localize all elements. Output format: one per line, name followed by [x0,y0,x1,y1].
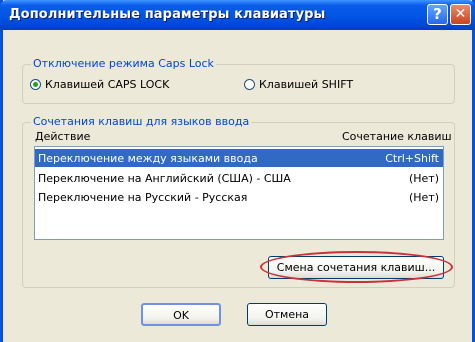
close-icon[interactable]: ✕ [450,4,471,25]
cancel-button[interactable]: Отмена [247,303,327,326]
column-header-action: Действие [35,130,91,143]
list-item[interactable]: Переключение на Русский - Русская (Нет) [35,188,443,206]
column-header-combination: Сочетание клавиш [342,130,452,143]
ok-button[interactable]: OK [141,303,221,326]
change-key-sequence-button[interactable]: Смена сочетания клавиш... [268,256,444,279]
radio-checked-icon[interactable] [30,79,41,90]
caps-lock-group-title: Отключение режима Caps Lock [31,57,216,70]
title-bar[interactable]: Дополнительные параметры клавиатуры ? ✕ [0,0,475,30]
list-item-combination: Ctrl+Shift [385,152,439,165]
list-item[interactable]: Переключение между языками ввода Ctrl+Sh… [35,149,443,167]
radio-caps-lock[interactable]: Клавишей CAPS LOCK [30,78,169,91]
radio-unchecked-icon[interactable] [244,79,255,90]
radio-shift[interactable]: Клавишей SHIFT [244,78,353,91]
window-title: Дополнительные параметры клавиатуры [9,7,326,22]
list-item-action: Переключение между языками ввода [38,152,258,165]
list-item-action: Переключение на Русский - Русская [38,191,248,204]
help-icon[interactable]: ? [427,4,448,25]
hotkeys-group-title: Сочетания клавиш для языков ввода [31,115,252,128]
hotkeys-list[interactable]: Переключение между языками ввода Ctrl+Sh… [34,146,444,240]
radio-caps-lock-label: Клавишей CAPS LOCK [45,78,170,91]
list-item[interactable]: Переключение на Английский (США) - США (… [35,169,443,187]
list-item-combination: (Нет) [408,172,439,185]
list-item-action: Переключение на Английский (США) - США [38,172,291,185]
list-item-combination: (Нет) [408,191,439,204]
radio-shift-label: Клавишей SHIFT [259,78,354,91]
